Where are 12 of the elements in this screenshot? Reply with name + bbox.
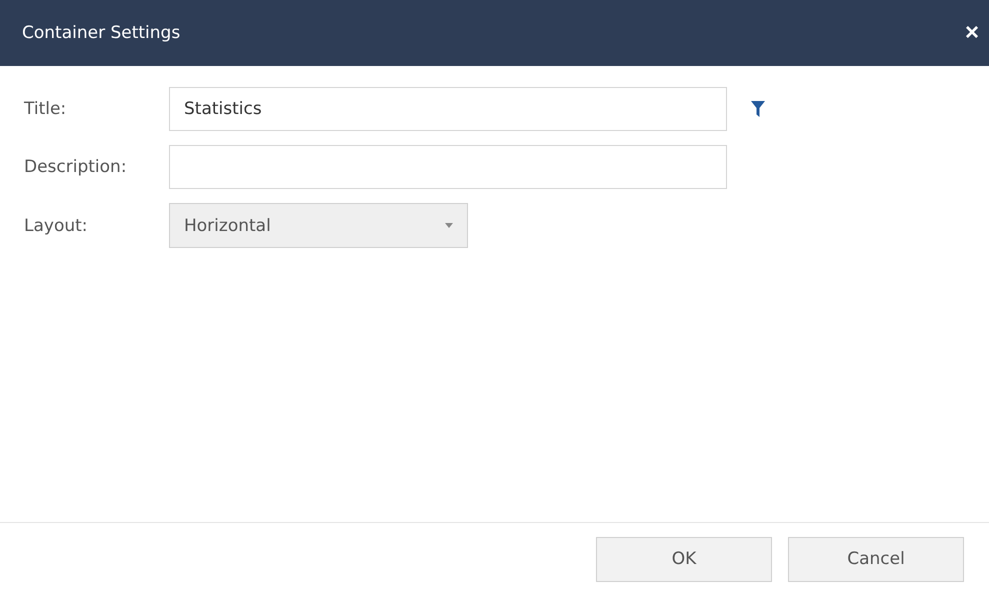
ok-button[interactable]: OK [596, 536, 772, 582]
cancel-button[interactable]: Cancel [788, 536, 964, 582]
input-field[interactable]: Statistics [169, 87, 727, 131]
layout-dropdown[interactable]: Horizontal [169, 203, 468, 248]
field-label: Title: [24, 99, 68, 119]
close-button[interactable]: × [960, 19, 983, 47]
input-field[interactable] [169, 145, 727, 189]
caret-icon [445, 223, 453, 228]
field-label: Description: [24, 157, 128, 177]
window-title: Container Settings [22, 23, 180, 43]
filter-icon[interactable] [751, 101, 765, 117]
field-label: Layout: [24, 216, 89, 236]
